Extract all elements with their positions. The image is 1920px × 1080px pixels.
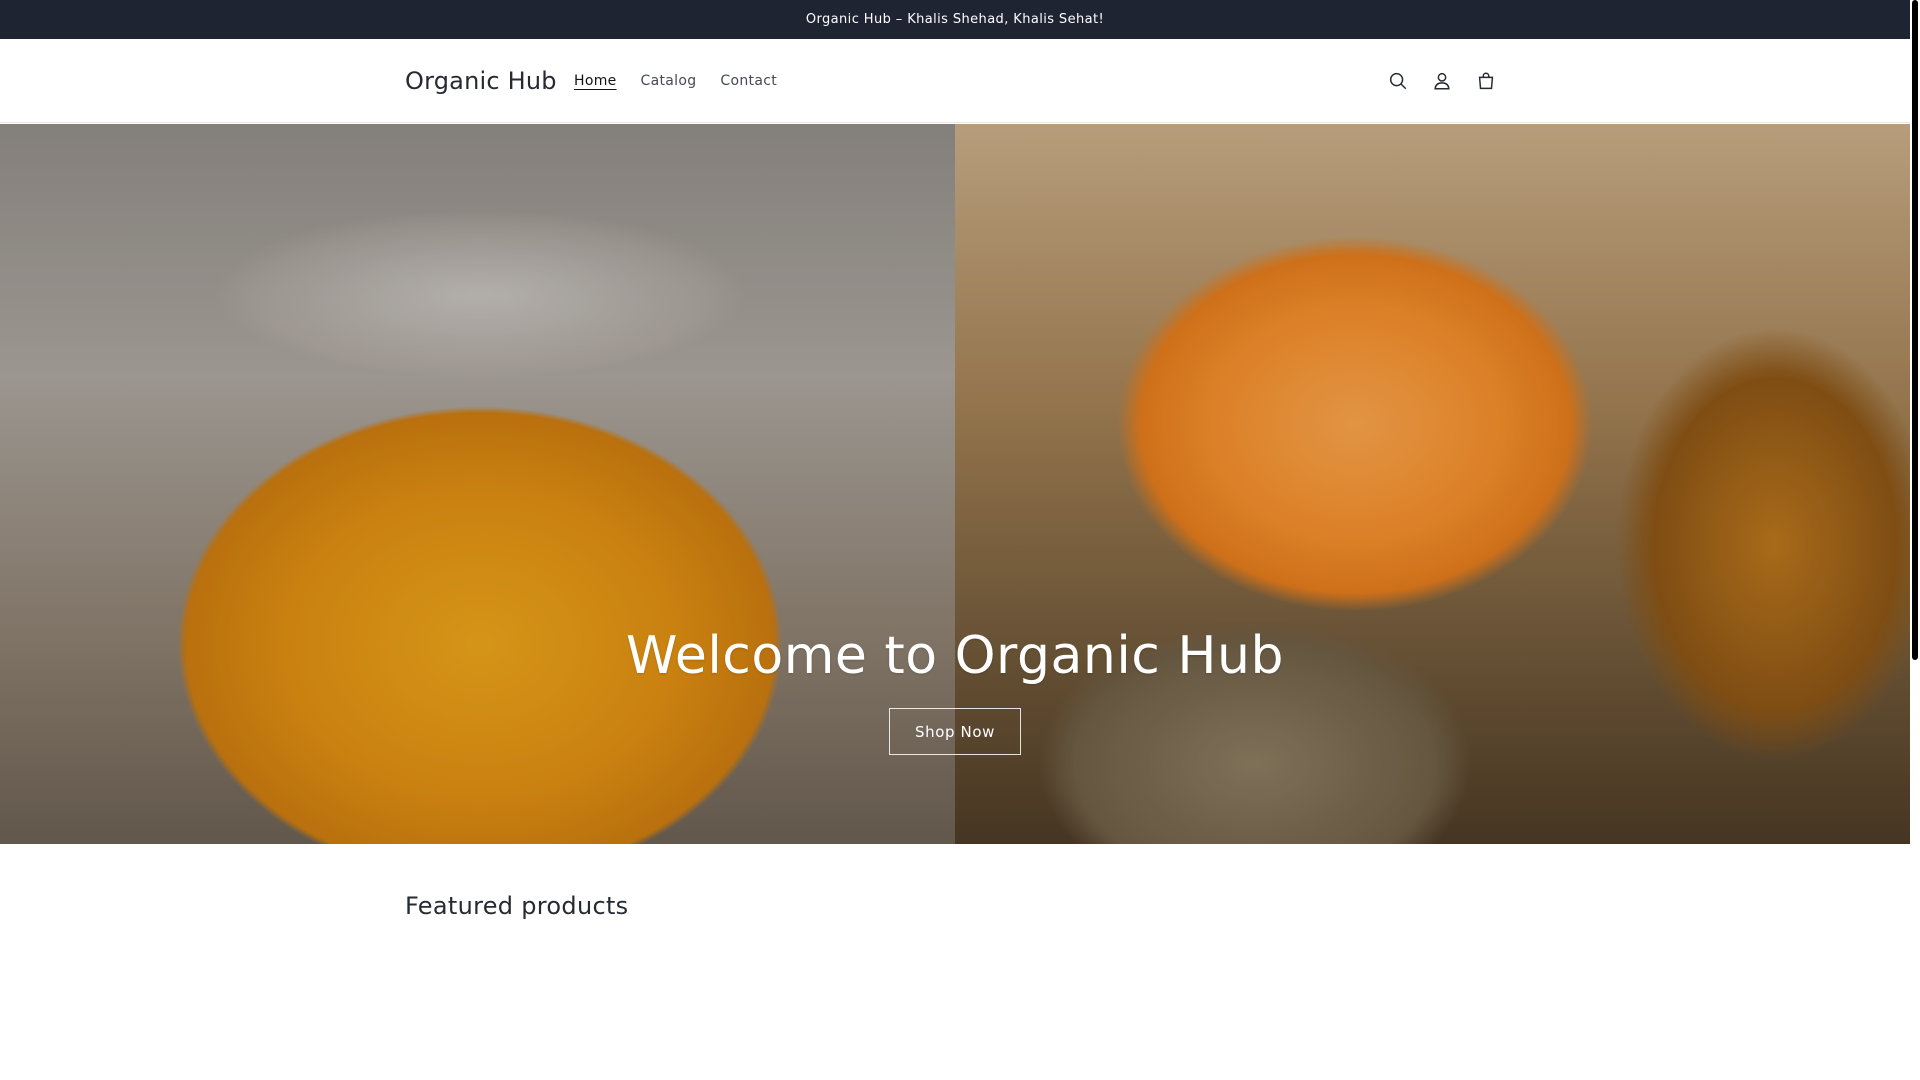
account-button[interactable] [1422, 59, 1462, 103]
announcement-bar: Organic Hub – Khalis Shehad, Khalis Seha… [0, 0, 1910, 39]
hero-content: Welcome to Organic Hub Shop Now [0, 124, 1910, 844]
account-icon [1434, 72, 1450, 90]
search-icon [1389, 72, 1407, 90]
scrollbar-thumb[interactable] [1912, 0, 1918, 660]
header-icons [1378, 39, 1506, 123]
announcement-text: Organic Hub – Khalis Shehad, Khalis Seha… [805, 12, 1105, 27]
shop-now-button[interactable]: Shop Now [889, 708, 1021, 755]
cart-icon [1478, 72, 1494, 90]
site-header: Organic Hub Home Catalog Contact [0, 39, 1910, 123]
nav-catalog[interactable]: Catalog [629, 67, 709, 95]
site-logo[interactable]: Organic Hub [405, 39, 557, 123]
hero-title: Welcome to Organic Hub [626, 626, 1284, 686]
nav-contact[interactable]: Contact [708, 67, 789, 95]
nav-home[interactable]: Home [562, 67, 629, 95]
cart-button[interactable] [1466, 59, 1506, 103]
hero-banner: Welcome to Organic Hub Shop Now [0, 124, 1910, 844]
featured-products-heading: Featured products [405, 892, 629, 920]
search-button[interactable] [1378, 59, 1418, 103]
main-nav: Home Catalog Contact [562, 39, 789, 123]
